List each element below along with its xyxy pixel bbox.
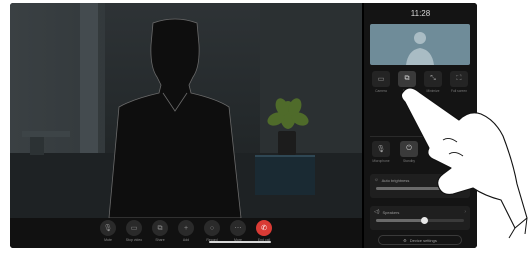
mute-icon: 🎙: [100, 220, 116, 236]
plant-icon: [267, 98, 309, 129]
share-button[interactable]: ⧉ Share: [149, 220, 171, 242]
brightness-icon: ☼: [374, 177, 379, 183]
share-icon: ⧉: [152, 220, 168, 236]
call-controls-bar: 🎙 Mute ▭ Stop video ⧉ Share + Add ○ Record ⋯ More ✆ E…: [10, 218, 362, 248]
end-call-icon: ✆: [256, 220, 272, 236]
hand-illustration: [400, 87, 528, 239]
call-control-label: Mute: [104, 238, 112, 242]
clock: 11:28: [410, 9, 431, 18]
record-icon: ○: [204, 220, 220, 236]
add-button[interactable]: + Add: [175, 220, 197, 242]
back-wall: [260, 3, 362, 163]
more-icon: ⋯: [230, 220, 246, 236]
stop-video-icon: ▭: [126, 220, 142, 236]
end-call-button[interactable]: ✆ End call: [253, 220, 275, 242]
add-icon: +: [178, 220, 194, 236]
stop-video-button[interactable]: ▭ Stop video: [123, 220, 145, 242]
background-chair: [30, 137, 44, 155]
call-control-label: Stop video: [125, 238, 143, 242]
call-control-label: Share: [155, 238, 165, 242]
cabinet: [255, 155, 315, 195]
self-view-person-icon: [406, 32, 434, 65]
speaker-icon: ◁): [374, 209, 380, 215]
self-view[interactable]: [370, 24, 470, 65]
window-frame: [80, 3, 98, 153]
more-button[interactable]: ⋯ More: [227, 220, 249, 242]
person-silhouette: [108, 18, 242, 218]
call-control-label: Add: [182, 238, 190, 242]
home-indicator[interactable]: [209, 241, 271, 243]
mute-button[interactable]: 🎙 Mute: [97, 220, 119, 242]
record-button[interactable]: ○ Record: [201, 220, 223, 242]
main-video-feed: [10, 3, 362, 218]
